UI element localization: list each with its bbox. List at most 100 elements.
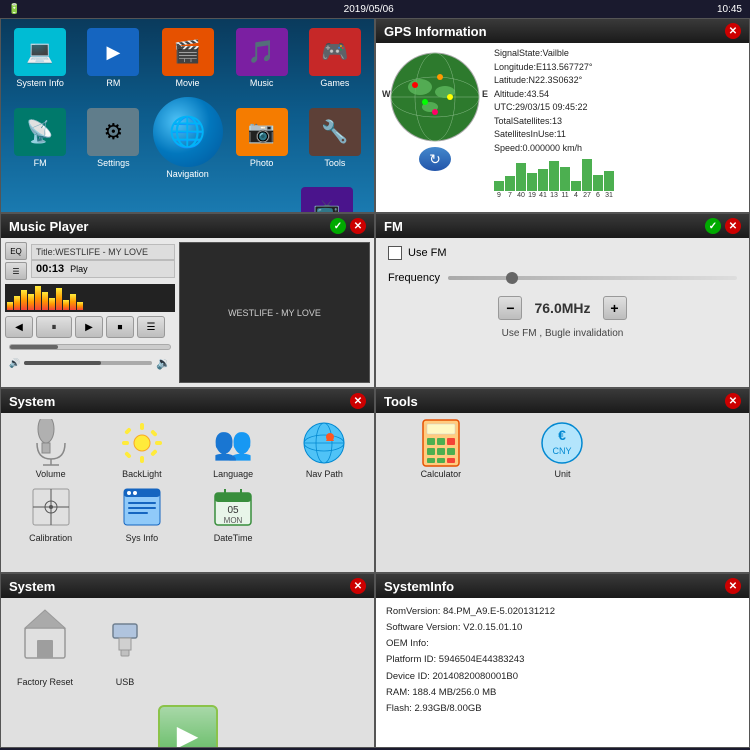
music-prev-btn[interactable]: ◀ [5,316,33,338]
gps-globe-container: W E [380,47,490,147]
tools-item-unit[interactable]: € CNY Unit [504,419,622,479]
calibration-icon [27,483,75,531]
bottom-item-usb[interactable]: USB [97,606,153,687]
fm-minus-btn[interactable]: − [498,296,522,320]
music-playback-btns: ◀ ⏸ ▶ ⏹ ☰ [5,316,175,338]
bottom-system-panel: System ✕ Factory Reset [0,573,375,748]
tools-close-btn[interactable]: ✕ [725,393,741,409]
music-list2-btn[interactable]: ☰ [137,316,165,338]
sysinfo-content: RomVersion: 84.PM_A9.E-5.020131212 Softw… [376,598,749,723]
gps-close-btn[interactable]: ✕ [725,23,741,39]
sys-label-navpath: Nav Path [306,469,343,479]
bottom-system-close-btn[interactable]: ✕ [350,578,366,594]
gps-title: GPS Information [384,24,487,39]
sysinfo-header: SystemInfo ✕ [376,574,749,598]
bottom-item-factory-reset[interactable]: Factory Reset [17,606,73,687]
home-item-movie[interactable]: 🎬 Movie [152,25,224,91]
music-thumbnail: WESTLIFE - MY LOVE [179,242,370,383]
sysinfo-platform: Platform ID: 5946504E44383243 [386,652,739,668]
volume-sys-icon [27,419,75,467]
music-progress-bar[interactable] [9,344,171,350]
music-next-btn[interactable]: ▶ [75,316,103,338]
bottom-system-header: System ✕ [1,574,374,598]
sysinfo-rom: RomVersion: 84.PM_A9.E-5.020131212 [386,604,739,620]
fm-check-btn[interactable]: ✓ [705,218,721,234]
tile-sysinfo: 💻 [14,28,66,76]
music-check-btn[interactable]: ✓ [330,218,346,234]
gps-west: W [382,89,391,99]
music-track-title: Title:WESTLIFE - MY LOVE [31,244,175,260]
system-close-btn[interactable]: ✕ [350,393,366,409]
sys-label-sysinfo: Sys Info [126,533,159,543]
home-item-games[interactable]: 🎮 Games [300,25,370,91]
volume-up-icon: 🔉 [156,356,171,370]
bottom-play-btn[interactable]: ▶ [158,705,218,748]
fm-plus-btn[interactable]: + [603,296,627,320]
home-item-settings[interactable]: ⚙ Settings [78,94,148,182]
music-panel: Music Player ✓ ✕ EQ ☰ Title:WESTLIFE - M… [0,213,375,388]
tile-rm: ▶ [87,28,139,76]
home-item-music[interactable]: 🎵 Music [227,25,297,91]
music-eq-btn[interactable]: EQ [5,242,27,260]
fm-close-btn[interactable]: ✕ [725,218,741,234]
bottom-play-icon: ▶ [177,719,199,749]
home-item-navigation[interactable]: 🌐 Navigation [152,94,224,182]
gps-info-text: SignalState:Vailble Longitude:E113.56772… [494,47,745,202]
sysinfo-device: Device ID: 20140820080001B0 [386,669,739,685]
tile-settings: ⚙ [87,108,139,156]
music-content: EQ ☰ Title:WESTLIFE - MY LOVE 00:13 Play [1,238,374,387]
fm-panel: FM ✓ ✕ Use FM Frequency − 76.0MHz + [375,213,750,388]
sys-item-navpath[interactable]: Nav Path [281,419,368,479]
bottom-system-title: System [9,579,55,594]
sys-item-calibration[interactable]: Calibration [7,483,94,543]
bottom-label-factory-reset: Factory Reset [17,677,73,687]
fm-use-fm-row: Use FM [388,246,737,260]
music-stop-btn[interactable]: ⏹ [106,316,134,338]
home-item-rm[interactable]: ▶ RM [78,25,148,91]
sysinfo-panel: SystemInfo ✕ RomVersion: 84.PM_A9.E-5.02… [375,573,750,748]
fm-header-btns: ✓ ✕ [705,218,741,234]
sysinfo-ram: RAM: 188.4 MB/256.0 MB [386,685,739,701]
navpath-icon [300,419,348,467]
home-grid: 💻 System Info ▶ RM 🎬 Movie 🎵 Music 🎮 Gam… [5,25,370,182]
music-list-btn[interactable]: ☰ [5,262,27,280]
label-navigation: Navigation [166,169,209,179]
tile-games: 🎮 [309,28,361,76]
sys-label-backlight: BackLight [122,469,162,479]
sys-item-datetime[interactable]: 05 MON DateTime [190,483,277,543]
svg-text:MON: MON [224,516,243,525]
tile-fm: 📡 [14,108,66,156]
fm-frequency-slider[interactable] [448,276,737,280]
music-pause-btn[interactable]: ⏸ [36,316,72,338]
gps-refresh-btn[interactable]: ↻ [419,147,451,171]
system-header: System ✕ [1,389,374,413]
tools-title: Tools [384,394,418,409]
calculator-icon [417,419,465,467]
sys-item-volume[interactable]: Volume [7,419,94,479]
sys-item-sysinfo[interactable]: Sys Info [98,483,185,543]
factory-reset-icon [17,606,73,671]
home-item-multimedia[interactable]: 📺 Multimedia [300,184,354,213]
music-header-btns: ✓ ✕ [330,218,366,234]
sys-item-backlight[interactable]: BackLight [98,419,185,479]
music-volume-slider[interactable] [24,361,152,365]
music-close-btn[interactable]: ✕ [350,218,366,234]
sys-item-language[interactable]: 👥 Language [190,419,277,479]
sysinfo-oem: OEM Info: [386,636,739,652]
tools-item-calculator[interactable]: Calculator [382,419,500,479]
home-item-fm[interactable]: 📡 FM [5,94,75,182]
date-display: 2019/05/06 [344,4,394,15]
sysinfo-close-btn[interactable]: ✕ [725,578,741,594]
tools-label-unit: Unit [554,469,570,479]
music-info-bar: EQ ☰ Title:WESTLIFE - MY LOVE 00:13 Play [5,242,175,280]
usb-icon [97,606,153,671]
sys-label-calibration: Calibration [29,533,72,543]
home-item-photo[interactable]: 📷 Photo [227,94,297,182]
sysinfo-title: SystemInfo [384,579,454,594]
home-item-tools[interactable]: 🔧 Tools [300,94,370,182]
music-buttons-left: EQ ☰ [5,242,27,280]
top-bar: 🔋 2019/05/06 10:45 [0,0,750,18]
music-header: Music Player ✓ ✕ [1,214,374,238]
fm-checkbox[interactable] [388,246,402,260]
home-item-sysinfo[interactable]: 💻 System Info [5,25,75,91]
